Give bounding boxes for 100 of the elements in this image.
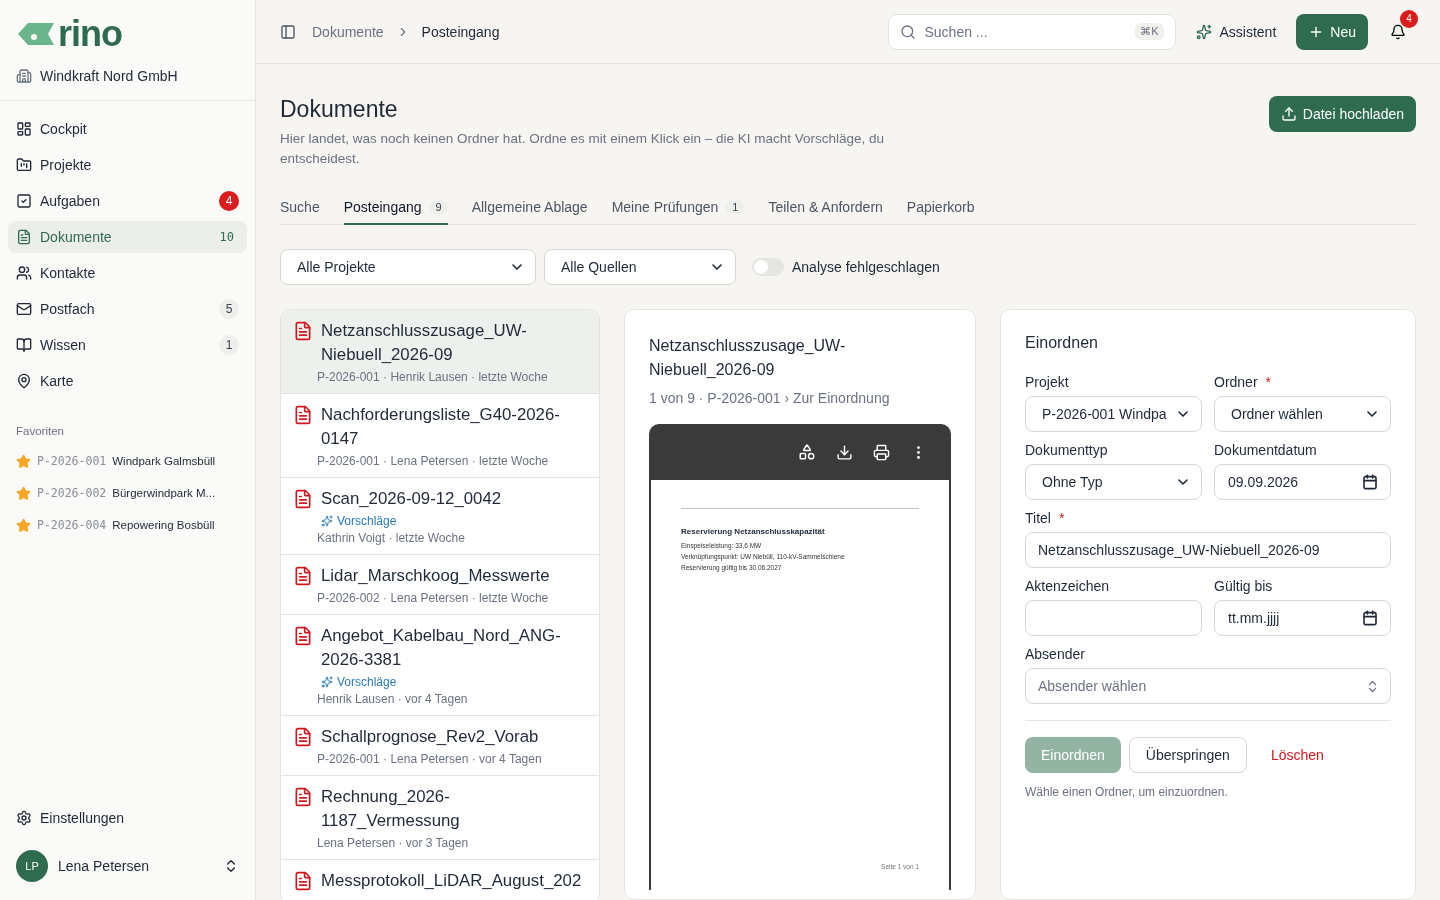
calendar-icon — [1362, 610, 1378, 626]
download-icon[interactable] — [836, 443, 853, 461]
nav-item[interactable]: Cockpit — [8, 113, 247, 145]
nav-label: Kontakte — [40, 265, 97, 281]
document-item[interactable]: Netzanschlusszusage_UW-Niebuell_2026-09 P-2026-001 · Henrik Lausen · letzte Woche — [281, 310, 599, 394]
nav-item[interactable]: Aufgaben 4 — [8, 185, 247, 217]
toggle-switch[interactable] — [752, 258, 784, 276]
search-icon — [899, 23, 916, 40]
nav-label: Postfach — [40, 301, 96, 317]
document-icon — [293, 871, 313, 891]
document-meta: P-2026-001 · Lena Petersen · letzte Woche — [317, 454, 550, 468]
nav-label: Dokumente — [40, 229, 113, 245]
map-pin-icon — [16, 373, 32, 389]
tab[interactable]: Allgemeine Ablage — [471, 193, 588, 225]
tab[interactable]: Meine Prüfungen 1 — [611, 193, 745, 225]
form-title: Einordnen — [1025, 334, 1099, 352]
document-meta: Lena Petersen · vor 3 Tagen — [317, 836, 470, 850]
user-avatar[interactable]: LP — [16, 850, 48, 882]
nav-label: Einstellungen — [40, 810, 126, 826]
nav-item[interactable]: Wissen 1 — [8, 329, 247, 361]
tab[interactable]: Papierkorb — [906, 193, 975, 225]
document-icon — [293, 489, 313, 509]
date-field[interactable]: 09.09.2026 — [1214, 464, 1391, 500]
select-field[interactable]: P-2026-001 Windpa — [1025, 396, 1202, 432]
document-title: Angebot_Kabelbau_Nord_ANG-2026-3381 — [321, 625, 562, 671]
document-title: Rechnung_2026-1187_Vermessung — [321, 786, 461, 832]
tab[interactable]: Teilen & Anfordern — [768, 193, 883, 225]
shapes-icon[interactable] — [798, 443, 816, 461]
nav-item[interactable]: Projekte — [8, 149, 247, 181]
people-icon — [16, 265, 32, 281]
document-icon — [16, 229, 32, 245]
folder-icon — [16, 157, 32, 173]
suggestions-link[interactable]: Vorschläge — [321, 675, 587, 689]
nav-label: Projekte — [40, 157, 93, 173]
book-icon — [16, 337, 32, 353]
sparkles-icon — [321, 676, 333, 688]
document-title: Netzanschlusszusage_UW-Niebuell_2026-09 — [321, 320, 528, 366]
upload-button[interactable]: Datei hochladen — [1268, 96, 1416, 132]
preview-subtitle: 1 von 9 · P-2026-001 › Zur Einordnung — [649, 390, 891, 406]
assistant-button[interactable]: Assistent — [1187, 13, 1285, 50]
text-field[interactable]: Netzanschlusszusage_UW-Niebuell_2026-09 — [1025, 532, 1391, 568]
field-label: Aktenzeichen — [1025, 578, 1110, 594]
tab[interactable]: Posteingang 9 — [343, 193, 448, 225]
document-icon — [293, 727, 313, 747]
preview-title: Netzanschlusszusage_UW-Niebuell_2026-09 — [649, 336, 847, 380]
logo-icon — [16, 21, 56, 47]
project-filter[interactable]: Alle Projekte — [280, 249, 536, 285]
nav-label: Karte — [40, 373, 75, 389]
form-hint: Wähle einen Ordner, um einzuordnen. — [1025, 785, 1229, 799]
select-field[interactable]: Ordner wählen — [1214, 396, 1391, 432]
nav-item[interactable]: Karte — [8, 365, 247, 397]
count-label: 10 — [218, 229, 235, 246]
document-icon — [293, 405, 313, 425]
required-mark: * — [1265, 374, 1272, 390]
suggestions-link[interactable]: Vorschläge — [321, 514, 502, 528]
document-meta: P-2026-001 · Henrik Lausen · letzte Woche — [317, 370, 549, 384]
field-label: Titel — [1025, 510, 1051, 526]
document-meta: Henrik Lausen · vor 4 Tagen — [317, 692, 469, 706]
document-icon — [293, 626, 313, 646]
required-mark: * — [1058, 510, 1065, 526]
logo-text: rino — [58, 14, 122, 54]
new-button[interactable]: Neu — [1296, 13, 1368, 50]
combobox-field[interactable]: Absender wählen — [1025, 668, 1391, 704]
upload-icon — [1280, 106, 1297, 122]
action-button[interactable]: Überspringen — [1128, 737, 1247, 773]
document-icon — [293, 787, 313, 807]
calendar-icon — [1362, 474, 1378, 490]
text-field[interactable] — [1025, 600, 1202, 636]
tab[interactable]: Suche — [280, 193, 320, 225]
project-name[interactable]: Bürgerwindpark M... — [112, 487, 216, 499]
breadcrumb-item[interactable]: Posteingang — [421, 23, 500, 40]
field-label: Dokumenttyp — [1025, 442, 1108, 458]
print-icon[interactable] — [873, 443, 890, 461]
page-heading: Reservierung Netzanschlusskapazität — [681, 527, 826, 536]
field-label: Ordner — [1214, 374, 1258, 390]
source-filter[interactable]: Alle Quellen — [544, 249, 736, 285]
nav-item[interactable]: Kontakte — [8, 257, 247, 289]
project-name[interactable]: Windpark Galmsbüll — [112, 455, 216, 467]
dashboard-icon — [16, 121, 32, 137]
project-name[interactable]: Repowering Bosbüll — [112, 519, 215, 531]
select-field[interactable]: Ohne Typ — [1025, 464, 1202, 500]
bell-icon — [1390, 23, 1406, 40]
sparkles-icon — [321, 515, 333, 527]
nav-item[interactable]: Dokumente 10 — [8, 221, 247, 253]
date-field[interactable]: tt.mm.jjjj — [1214, 600, 1391, 636]
sidebar-toggle-icon[interactable] — [280, 23, 296, 40]
settings-link[interactable]: Einstellungen — [8, 802, 247, 834]
count-badge: 5 — [219, 299, 239, 319]
document-meta: P-2026-001 · Lena Petersen · vor 4 Tagen — [317, 752, 542, 766]
nav-item[interactable]: Postfach 5 — [8, 293, 247, 325]
count-badge: 1 — [219, 335, 239, 355]
mail-icon — [16, 301, 32, 317]
breadcrumb-item[interactable]: Dokumente — [312, 23, 384, 40]
user-name: Lena Petersen — [58, 858, 151, 874]
document-meta: P-2026-002 · Lena Petersen · letzte Woche — [317, 591, 550, 605]
page-description: Hier landet, was noch keinen Ordner hat. Ordne es mit einem Klick ein – die KI macht Vorschläge, du entscheidest. — [280, 130, 886, 168]
document-icon — [293, 566, 313, 586]
action-button[interactable]: Löschen — [1254, 737, 1340, 773]
building-icon — [16, 68, 32, 84]
document-icon — [293, 321, 313, 341]
